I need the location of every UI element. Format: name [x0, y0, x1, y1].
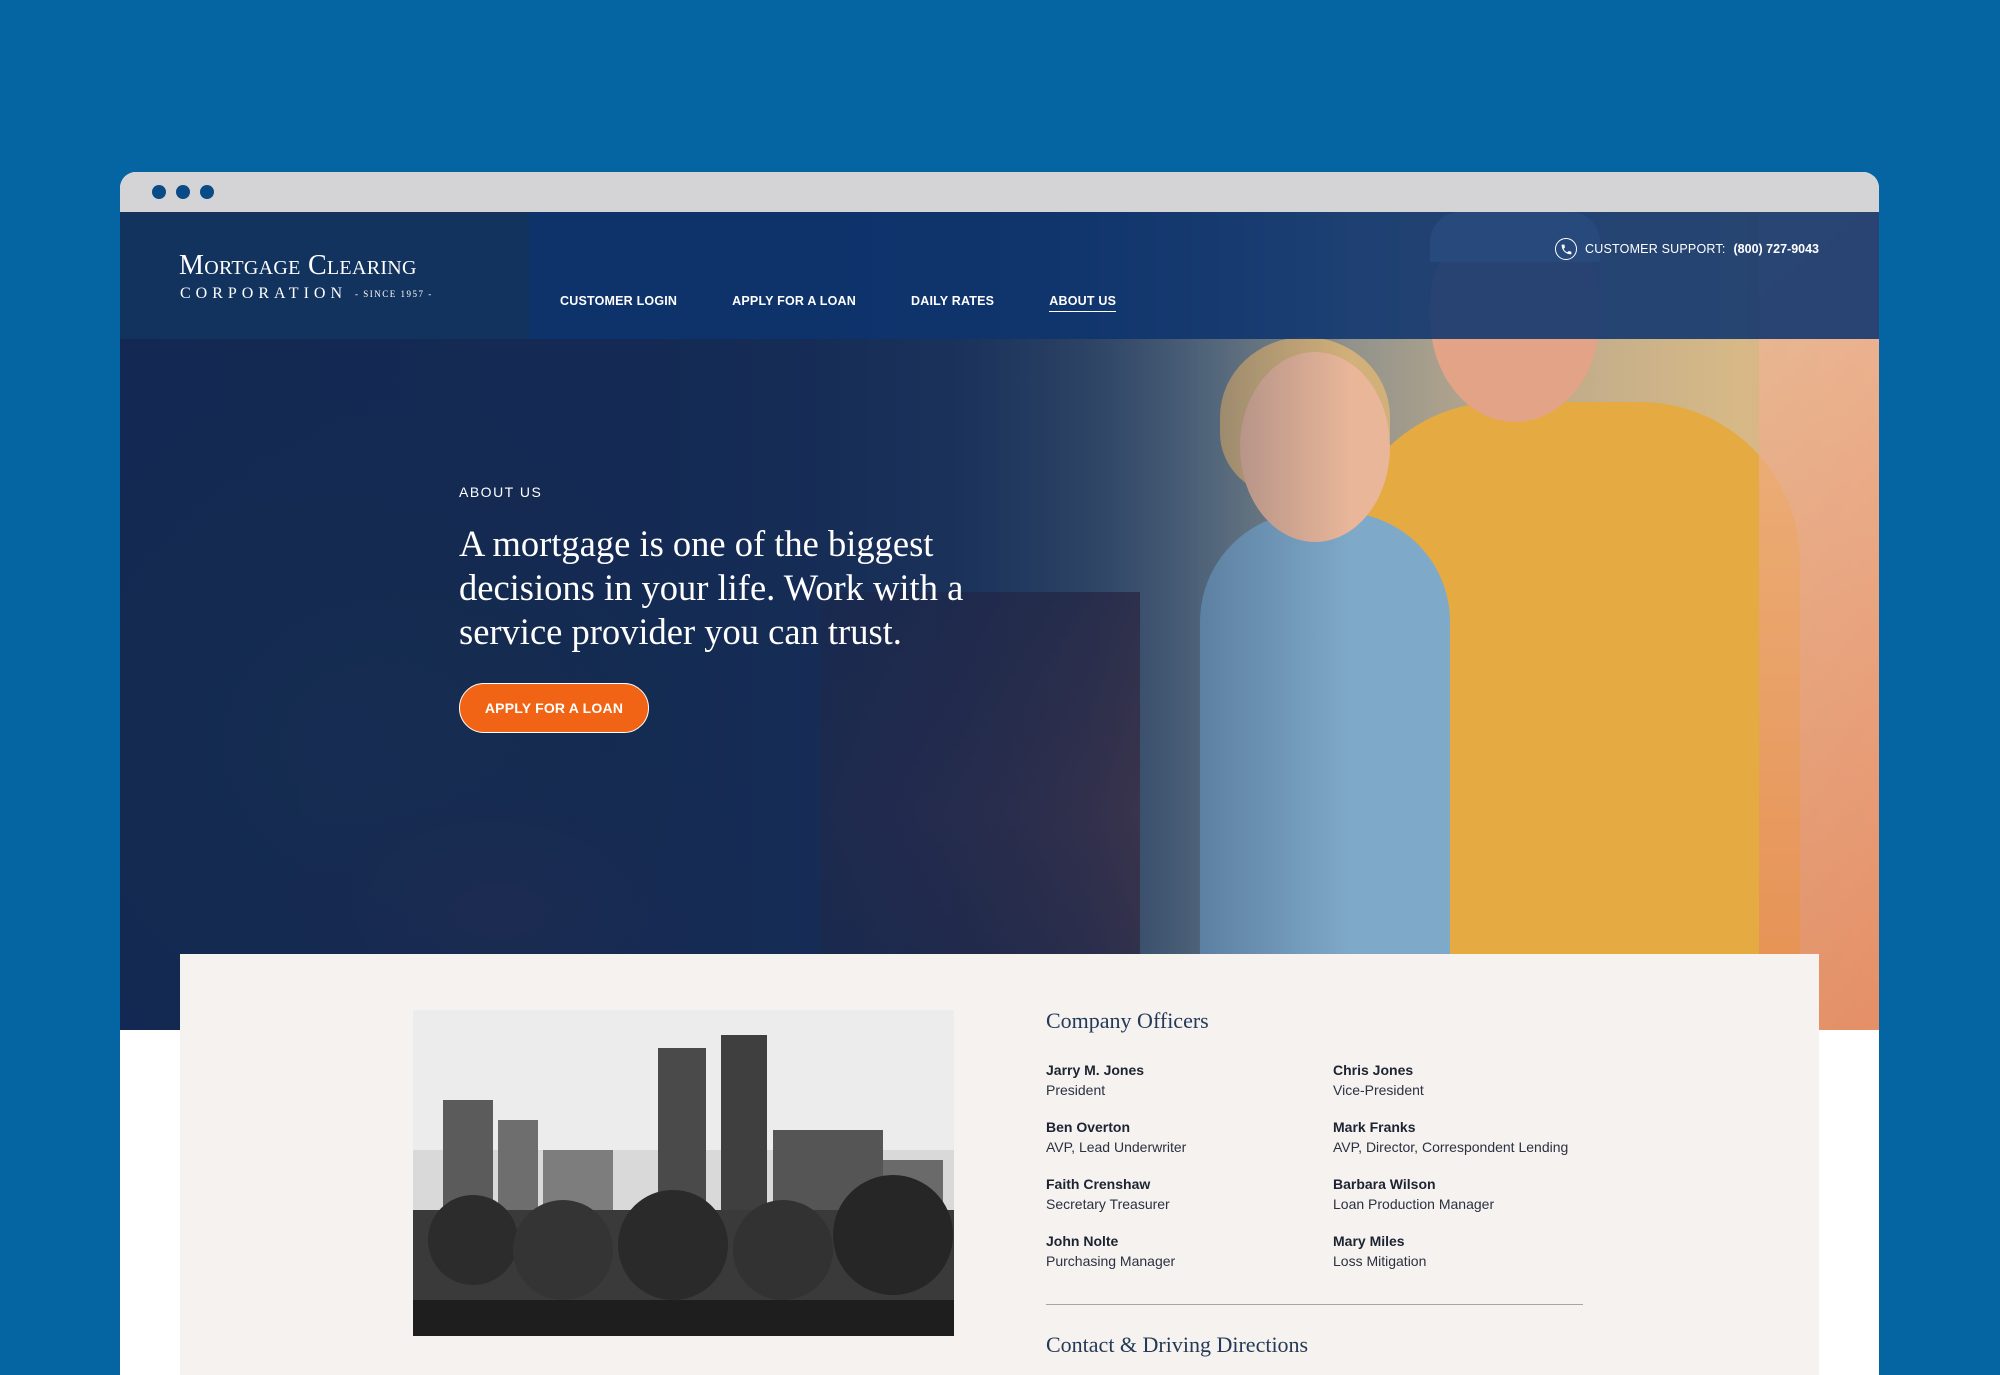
- officer-role: Loan Production Manager: [1333, 1196, 1495, 1212]
- officer-item: Jarry M. Jones President: [1046, 1060, 1333, 1100]
- contact-title: Contact & Driving Directions: [1046, 1332, 1309, 1357]
- officer-name: John Nolte: [1046, 1233, 1119, 1249]
- section-divider: [1046, 1304, 1583, 1305]
- city-skyline-photo: [413, 1010, 954, 1336]
- nav-daily-rates[interactable]: DAILY RATES: [911, 294, 994, 312]
- site-header: Mortgage Clearing CORPORATION - SINCE 19…: [120, 212, 1879, 339]
- company-officers: Company Officers Jarry M. Jones Presiden…: [1046, 1008, 1586, 1358]
- officer-name: Barbara Wilson: [1333, 1176, 1436, 1192]
- officer-role: Loss Mitigation: [1333, 1253, 1427, 1269]
- officer-item: Mary Miles Loss Mitigation: [1333, 1231, 1586, 1271]
- officer-name: Faith Crenshaw: [1046, 1176, 1151, 1192]
- officer-name: Jarry M. Jones: [1046, 1062, 1145, 1078]
- hero-text: ABOUT US A mortgage is one of the bigges…: [459, 484, 1019, 654]
- officer-role: Vice-President: [1333, 1082, 1424, 1098]
- logo[interactable]: Mortgage Clearing CORPORATION - SINCE 19…: [120, 212, 529, 339]
- officers-grid: Jarry M. Jones President Chris Jones Vic…: [1046, 1060, 1586, 1271]
- browser-window: ABOUT US A mortgage is one of the bigges…: [120, 172, 1879, 1375]
- logo-corporation: CORPORATION: [180, 285, 348, 302]
- officer-name: Chris Jones: [1333, 1062, 1414, 1078]
- browser-title-bar: [120, 172, 1879, 212]
- officer-name: Ben Overton: [1046, 1119, 1131, 1135]
- customer-support[interactable]: CUSTOMER SUPPORT: (800) 727-9043: [1555, 238, 1819, 260]
- logo-title: Mortgage Clearing: [179, 250, 417, 281]
- officer-item: Chris Jones Vice-President: [1333, 1060, 1586, 1100]
- phone-icon: [1555, 238, 1578, 260]
- officer-name: Mark Franks: [1333, 1119, 1416, 1135]
- window-dot-minimize[interactable]: [176, 185, 190, 199]
- officer-name: Mary Miles: [1333, 1233, 1405, 1249]
- logo-since: - SINCE 1957 -: [355, 289, 433, 299]
- officer-role: AVP, Director, Correspondent Lending: [1333, 1139, 1569, 1155]
- apply-for-loan-button[interactable]: APPLY FOR A LOAN: [459, 683, 649, 733]
- phone-icon-glyph: [1561, 244, 1571, 254]
- support-phone[interactable]: (800) 727-9043: [1734, 242, 1819, 256]
- officer-item: Ben Overton AVP, Lead Underwriter: [1046, 1117, 1333, 1157]
- about-content-card: Company Officers Jarry M. Jones Presiden…: [180, 954, 1819, 1375]
- main-nav: CUSTOMER LOGIN APPLY FOR A LOAN DAILY RA…: [560, 294, 1117, 312]
- window-dot-close[interactable]: [152, 185, 166, 199]
- officer-role: Secretary Treasurer: [1046, 1196, 1170, 1212]
- nav-about-us[interactable]: ABOUT US: [1049, 294, 1117, 312]
- hero-eyebrow: ABOUT US: [459, 484, 543, 500]
- support-label: CUSTOMER SUPPORT:: [1585, 242, 1726, 256]
- website: ABOUT US A mortgage is one of the bigges…: [120, 212, 1879, 1375]
- officers-title: Company Officers: [1046, 1008, 1209, 1033]
- logo-subtitle: CORPORATION - SINCE 1957 -: [180, 285, 433, 303]
- officer-role: AVP, Lead Underwriter: [1046, 1139, 1187, 1155]
- nav-customer-login[interactable]: CUSTOMER LOGIN: [560, 294, 677, 312]
- skyline-illustration: [413, 1010, 954, 1336]
- officer-role: President: [1046, 1082, 1106, 1098]
- officer-item: Mark Franks AVP, Director, Correspondent…: [1333, 1117, 1586, 1157]
- window-dot-maximize[interactable]: [200, 185, 214, 199]
- hero-headline: A mortgage is one of the biggest decisio…: [459, 523, 964, 652]
- officer-item: Faith Crenshaw Secretary Treasurer: [1046, 1174, 1333, 1214]
- officer-item: Barbara Wilson Loan Production Manager: [1333, 1174, 1586, 1214]
- officer-role: Purchasing Manager: [1046, 1253, 1176, 1269]
- nav-apply-for-loan[interactable]: APPLY FOR A LOAN: [732, 294, 856, 312]
- officer-item: John Nolte Purchasing Manager: [1046, 1231, 1333, 1271]
